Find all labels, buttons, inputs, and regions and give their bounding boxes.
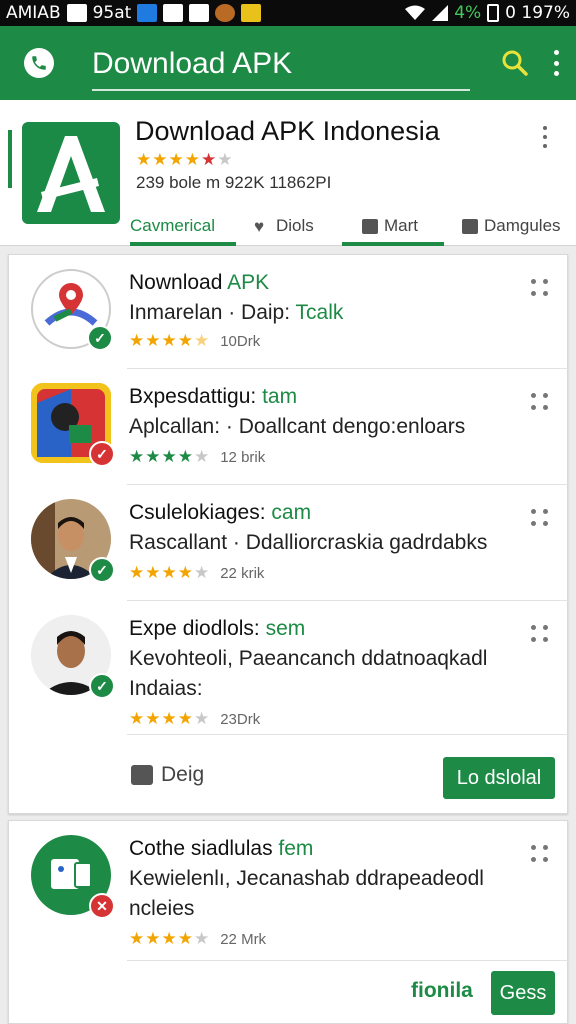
item-title: Nownload APK xyxy=(129,271,270,294)
avatar: ✓ xyxy=(31,499,115,583)
app-icon: ✕ xyxy=(31,835,115,919)
signal-icon xyxy=(432,5,449,21)
app-rating: ★★★★★★ xyxy=(136,150,234,169)
heart-icon: ♥ xyxy=(254,216,265,236)
item-title: Cothe siadlulas fem xyxy=(129,837,314,860)
notification-icon xyxy=(241,4,262,22)
error-icon: ✓ xyxy=(89,441,115,467)
tab-bar: Cavmerical ♥ Diols Mart Damgules xyxy=(130,200,576,246)
tab-mart[interactable]: Mart xyxy=(340,200,460,246)
item-rating: ★★★★★ 22 Mrk xyxy=(129,929,267,948)
map-pin-icon: ✓ xyxy=(31,269,113,351)
item-rating: ★★★★★ 22 krik xyxy=(129,563,265,582)
status-bar: AMIAB 95at 4% 0 197% xyxy=(0,0,576,26)
item-rating: ★★★★★ 12 brik xyxy=(129,447,266,466)
item-title: Expe diodlols: sem xyxy=(129,617,306,640)
app-logo[interactable] xyxy=(22,122,120,224)
tab-cavmerical[interactable]: Cavmerical xyxy=(130,200,240,246)
list-item[interactable]: ✕ Cothe siadlulas fem Kewielenlı, Jecana… xyxy=(9,821,569,961)
search-icon[interactable] xyxy=(500,48,530,78)
item-subtitle: Kevohteoli, Paeancanch ddatnoaqkadl xyxy=(129,647,488,670)
item-subtitle: Aplcallan: · Doallcant dengo:enloars xyxy=(129,415,466,438)
apps-card-2: ✕ Cothe siadlulas fem Kewielenlı, Jecana… xyxy=(8,820,569,1024)
notification-icon xyxy=(215,4,236,22)
list-item[interactable]: ✓ Nownload APK Inmarelan · Daip: Tcalk ★… xyxy=(9,255,569,369)
avatar: ✓ xyxy=(31,615,115,699)
app-header: Download APK Indonesia ★★★★★★ 239 bole m… xyxy=(0,100,576,246)
item-subtitle: Inmarelan · Daip: Tcalk xyxy=(129,301,344,324)
thumbs-up-icon xyxy=(131,765,153,785)
item-rating: ★★★★★ 10Drk xyxy=(129,331,261,350)
tab-damgules[interactable]: Damgules xyxy=(460,200,576,246)
thumbs-up-icon xyxy=(362,218,378,234)
toolbar: Download APK xyxy=(0,26,576,100)
list-item[interactable]: ✓ Bxpesdattigu: tam Aplcallan: · Doallca… xyxy=(9,369,569,485)
app-icon: ✓ xyxy=(31,383,115,467)
drag-handle-icon[interactable] xyxy=(531,393,549,411)
wifi-icon xyxy=(405,5,426,20)
item-rating: ★★★★★ 23Drk xyxy=(129,709,261,728)
verified-icon: ✓ xyxy=(89,557,115,583)
drag-handle-icon[interactable] xyxy=(531,625,549,643)
error-icon: ✕ xyxy=(89,893,115,919)
more-link[interactable]: fionila xyxy=(411,979,473,1003)
notification-icon xyxy=(137,4,158,22)
app-meta: 239 bole m 922K 11862PI xyxy=(136,173,332,192)
carrier-text-2: 95at xyxy=(92,3,132,23)
list-item[interactable]: ✓ Csulelokiages: cam Rascallant · Ddalli… xyxy=(9,485,569,601)
verified-icon: ✓ xyxy=(89,673,115,699)
verified-icon: ✓ xyxy=(87,325,113,351)
notification-icon xyxy=(66,4,87,22)
accent-bar xyxy=(8,130,12,188)
battery-percent: 4% xyxy=(454,3,482,23)
item-title: Csulelokiages: cam xyxy=(129,501,312,524)
card-footer: Deig Lo dslolal xyxy=(9,735,569,815)
apps-card: ✓ Nownload APK Inmarelan · Daip: Tcalk ★… xyxy=(8,254,569,815)
item-subtitle-2: ncleies xyxy=(129,897,195,920)
carrier-text: AMIAB xyxy=(6,3,61,23)
notification-icon xyxy=(189,4,210,22)
thumbs-up-icon xyxy=(462,218,478,234)
drag-handle-icon[interactable] xyxy=(531,845,549,863)
drag-handle-icon[interactable] xyxy=(531,279,549,297)
like-button[interactable]: Deig xyxy=(131,763,204,787)
more-vert-icon[interactable] xyxy=(552,50,560,76)
gess-button[interactable]: Gess xyxy=(491,971,555,1015)
item-subtitle: Rascallant · Ddalliorcraskia gadrdabks xyxy=(129,531,488,554)
tab-diols[interactable]: ♥ Diols xyxy=(240,200,340,246)
search-field[interactable]: Download APK xyxy=(92,47,470,91)
more-vert-icon[interactable] xyxy=(543,126,549,148)
drag-handle-icon[interactable] xyxy=(531,509,549,527)
item-title: Bxpesdattigu: tam xyxy=(129,385,298,408)
notification-icon xyxy=(163,4,184,22)
list-item[interactable]: ✓ Expe diodlols: sem Kevohteoli, Paeanca… xyxy=(9,601,569,735)
battery-icon xyxy=(487,4,500,22)
clock: 0 197% xyxy=(505,3,570,23)
app-logo-a-icon xyxy=(37,136,105,212)
download-button[interactable]: Lo dslolal xyxy=(443,757,555,799)
item-subtitle: Kewielenlı, Jecanashab ddrapeadeodl xyxy=(129,867,484,890)
phone-icon[interactable] xyxy=(24,48,54,78)
item-subtitle-2: Indaias: xyxy=(129,677,203,700)
app-name: Download APK Indonesia xyxy=(135,116,440,146)
